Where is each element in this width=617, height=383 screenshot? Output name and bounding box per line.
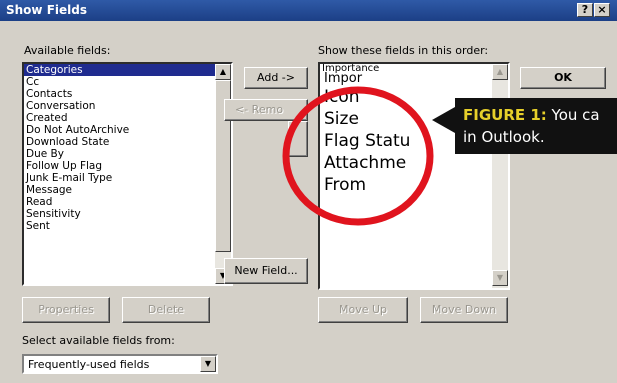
window-title: Show Fields	[6, 3, 87, 17]
available-fields-scrollbar[interactable]: ▲ ▼	[215, 64, 231, 284]
list-item[interactable]: Cc	[24, 76, 231, 88]
callout-line1: You ca	[546, 106, 600, 124]
select-from-dropdown[interactable]: Frequently-used fields ▼	[22, 354, 218, 374]
list-item[interactable]: Message	[24, 184, 231, 196]
list-item[interactable]: Sensitivity	[24, 208, 231, 220]
scroll-down-arrow-icon[interactable]: ▼	[492, 270, 508, 286]
close-button[interactable]: ×	[594, 3, 610, 17]
select-from-label: Select available fields from:	[22, 334, 175, 347]
available-fields-list[interactable]: Categories Cc Contacts Conversation Created D…	[22, 62, 233, 286]
callout-line2: in Outlook.	[463, 128, 545, 146]
list-item[interactable]: Download State	[24, 136, 231, 148]
list-item[interactable]: Created	[24, 112, 231, 124]
list-item[interactable]: Due By	[24, 148, 231, 160]
list-item[interactable]: Junk E-mail Type	[24, 172, 231, 184]
help-button[interactable]: ?	[577, 3, 593, 17]
move-down-button[interactable]: Move Down	[420, 297, 508, 323]
delete-button[interactable]: Delete	[122, 297, 210, 323]
select-from-value: Frequently-used fields	[28, 358, 150, 371]
scroll-up-arrow-icon[interactable]: ▲	[215, 64, 231, 80]
new-field-button[interactable]: New Field...	[224, 258, 308, 284]
shown-fields-label: Show these fields in this order:	[318, 44, 489, 57]
figure-callout: FIGURE 1: You ca in Outlook.	[455, 98, 617, 154]
list-item[interactable]: Read	[24, 196, 231, 208]
list-item[interactable]: Follow Up Flag	[24, 160, 231, 172]
list-item[interactable]: Categories	[24, 64, 231, 76]
available-fields-label: Available fields:	[24, 44, 111, 57]
move-up-button[interactable]: Move Up	[318, 297, 408, 323]
list-item[interactable]: Contacts	[24, 88, 231, 100]
list-item[interactable]: Sent	[24, 220, 231, 232]
properties-button[interactable]: Properties	[22, 297, 110, 323]
list-item[interactable]: Do Not AutoArchive	[24, 124, 231, 136]
ok-button[interactable]: OK	[520, 67, 606, 89]
title-bar: Show Fields ? ×	[0, 0, 617, 21]
available-fields-items: Categories Cc Contacts Conversation Created D…	[24, 64, 231, 232]
highlight-circle	[282, 86, 434, 226]
list-item[interactable]: Conversation	[24, 100, 231, 112]
callout-figure-label: FIGURE 1:	[463, 106, 547, 124]
dropdown-arrow-icon[interactable]: ▼	[200, 356, 216, 372]
scroll-up-arrow-icon[interactable]: ▲	[492, 64, 508, 80]
